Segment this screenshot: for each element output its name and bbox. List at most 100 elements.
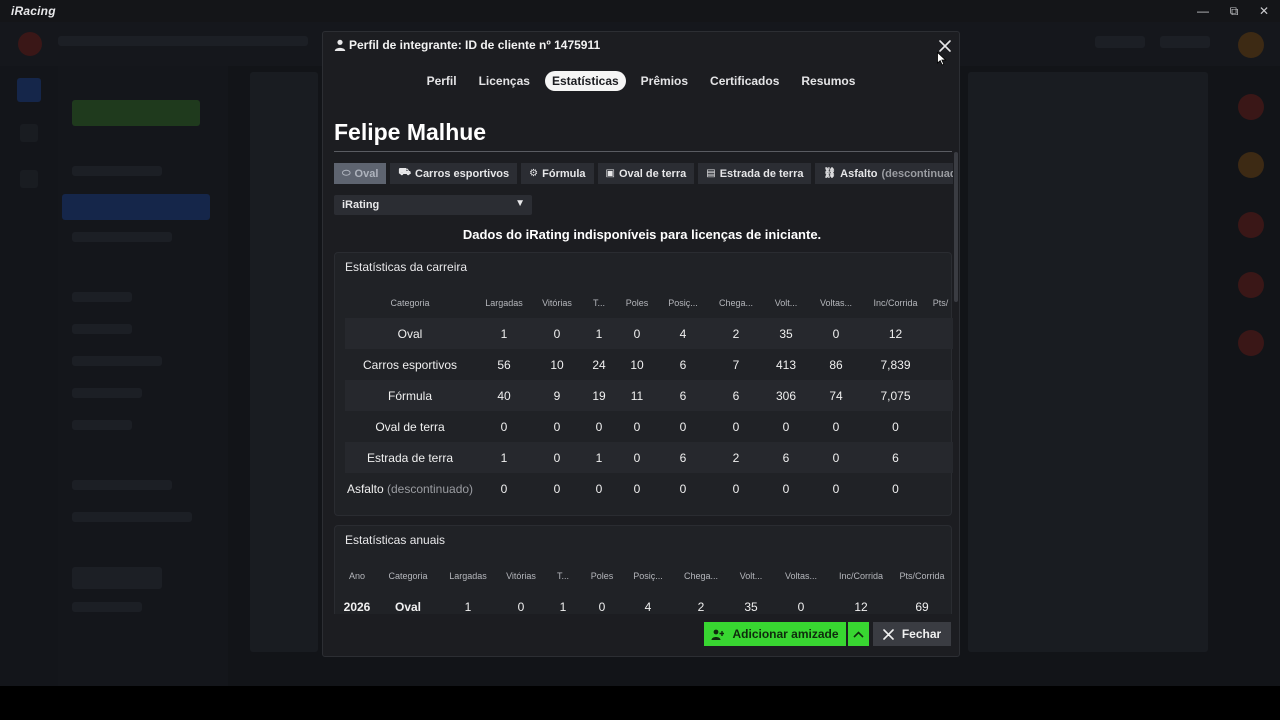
column-header[interactable]: Largadas (439, 561, 497, 591)
table-cell: 2 (709, 442, 763, 473)
asphalt-icon: ⛓ (823, 168, 837, 179)
window-close-button[interactable]: ✕ (1249, 2, 1279, 20)
restore-button[interactable]: ⧉ (1219, 2, 1249, 20)
panel-title: Estatísticas da carreira (345, 260, 468, 274)
tab-licencas[interactable]: Licenças (472, 71, 537, 91)
add-user-icon (711, 629, 725, 640)
table-cell: 2026 (343, 599, 371, 614)
table-cell: 0 (500, 419, 508, 434)
column-header[interactable]: Pts/ (928, 288, 953, 318)
table-cell: 6 (679, 357, 687, 372)
column-header[interactable]: Vitórias (497, 561, 545, 591)
column-header[interactable]: Poles (617, 288, 657, 318)
column-header[interactable]: Posiç... (623, 561, 673, 591)
category-cell: Oval de terra (375, 419, 445, 434)
column-header[interactable]: Voltas... (773, 561, 829, 591)
background-badge (1238, 272, 1264, 298)
column-header[interactable]: Posiç... (657, 288, 709, 318)
table-cell: 0 (595, 419, 603, 434)
close-button[interactable]: Fechar (873, 622, 951, 646)
irating-unavailable-notice: Dados do iRating indisponíveis para lice… (462, 227, 822, 242)
table-cell: 0 (732, 419, 740, 434)
category-tab-asphalt[interactable]: ⛓ Asfalto (descontinuado) (815, 163, 953, 184)
column-header[interactable]: Categoria (345, 288, 475, 318)
table-cell: 12 (863, 318, 928, 349)
table-row: Estrada de terra 1 0 1 0 6 2 6 0 6 (345, 442, 953, 473)
add-friend-options-button[interactable] (848, 622, 869, 646)
table-cell: 0 (892, 419, 899, 434)
category-tab-dirt-road[interactable]: ▤ Estrada de terra (698, 163, 812, 184)
table-cell: 6 (709, 380, 763, 411)
table-cell: Oval (394, 599, 421, 614)
window-titlebar: iRacing — ⧉ ✕ (0, 0, 1280, 22)
column-header[interactable]: T... (581, 288, 617, 318)
category-tab-formula[interactable]: ⚙ Fórmula (521, 163, 594, 184)
discontinued-label: (descontinuado) (386, 481, 474, 496)
table-cell: 0 (617, 318, 657, 349)
background-sidebar-item (72, 567, 162, 589)
column-header[interactable]: Inc/Corrida (863, 288, 928, 318)
table-cell: 413 (775, 357, 797, 372)
category-tab-sports-car[interactable]: ⛟ Carros esportivos (390, 163, 518, 184)
table-cell: 4 (644, 599, 652, 614)
table-cell: 0 (595, 481, 603, 496)
category-tab-label: Oval (354, 167, 379, 180)
background-sidebar-item (72, 232, 172, 242)
minimize-button[interactable]: — (1188, 2, 1218, 20)
category-tab-label: Fórmula (542, 167, 586, 180)
table-cell: 11 (617, 380, 657, 411)
profile-tabs: Perfil Licenças Estatísticas Prêmios Cer… (323, 71, 959, 91)
add-friend-button[interactable]: Adicionar amizade (704, 622, 846, 646)
table-cell: 2 (709, 318, 763, 349)
table-cell: 86 (829, 357, 843, 372)
background-sidebar-active (62, 194, 210, 220)
tab-certificados[interactable]: Certificados (703, 71, 786, 91)
table-cell: 7,839 (880, 357, 911, 372)
column-header[interactable]: Pts/Corrida (893, 561, 951, 591)
table-cell: 0 (533, 318, 581, 349)
table-cell: 35 (744, 599, 758, 614)
background-sidebar-item (72, 324, 132, 334)
column-header[interactable]: Vitórias (533, 288, 581, 318)
column-header[interactable]: Volt... (729, 561, 773, 591)
table-cell: 74 (809, 380, 863, 411)
career-stats-table: Categoria Largadas Vitórias T... Poles P… (345, 288, 953, 504)
tab-premios[interactable]: Prêmios (634, 71, 695, 91)
column-header[interactable]: Poles (581, 561, 623, 591)
tab-perfil[interactable]: Perfil (420, 71, 464, 91)
chevron-down-icon: ▼ (515, 198, 525, 209)
table-header-row: Ano Categoria Largadas Vitórias T... Pol… (337, 561, 951, 591)
table-cell (928, 442, 953, 473)
background-content-column (968, 72, 1208, 652)
column-header[interactable]: Ano (337, 561, 377, 591)
background-nav-text (58, 36, 308, 46)
career-stats-panel: Estatísticas da carreira Categoria Larga… (334, 252, 953, 516)
category-tab-dirt-oval[interactable]: ▣ Oval de terra (597, 163, 695, 184)
sports-car-icon: ⛟ (398, 167, 411, 178)
formula-car-icon: ⚙ (529, 168, 539, 179)
tab-resumos[interactable]: Resumos (794, 71, 862, 91)
member-profile-modal: Perfil de integrante: ID de cliente nº 1… (322, 31, 960, 657)
divider (334, 151, 952, 152)
dirt-road-icon: ▤ (706, 168, 716, 179)
vertical-scrollbar[interactable] (954, 152, 958, 302)
table-cell: 7 (732, 357, 740, 372)
rating-type-select[interactable]: iRating ▼ (334, 195, 532, 215)
tab-estatisticas[interactable]: Estatísticas (544, 71, 626, 91)
table-cell: 0 (617, 442, 657, 473)
column-header[interactable]: Voltas... (809, 288, 863, 318)
column-header[interactable]: Categoria (377, 561, 439, 591)
column-header[interactable]: Inc/Corrida (829, 561, 893, 591)
column-header[interactable]: Volt... (763, 288, 809, 318)
stats-scroll-area[interactable]: Felipe Malhue ⬭ Oval ⛟ Carros esportivos… (323, 102, 953, 614)
category-tab-oval[interactable]: ⬭ Oval (334, 163, 387, 184)
category-tab-label: Carros esportivos (415, 167, 510, 180)
column-header[interactable]: Largadas (475, 288, 533, 318)
table-cell: 10 (550, 357, 564, 372)
column-header[interactable]: Chega... (673, 561, 729, 591)
column-header[interactable]: T... (545, 561, 581, 591)
column-header[interactable]: Chega... (709, 288, 763, 318)
category-tab-label: Asfalto (840, 167, 878, 180)
modal-header: Perfil de integrante: ID de cliente nº 1… (323, 32, 959, 60)
table-cell: 1 (464, 599, 472, 614)
